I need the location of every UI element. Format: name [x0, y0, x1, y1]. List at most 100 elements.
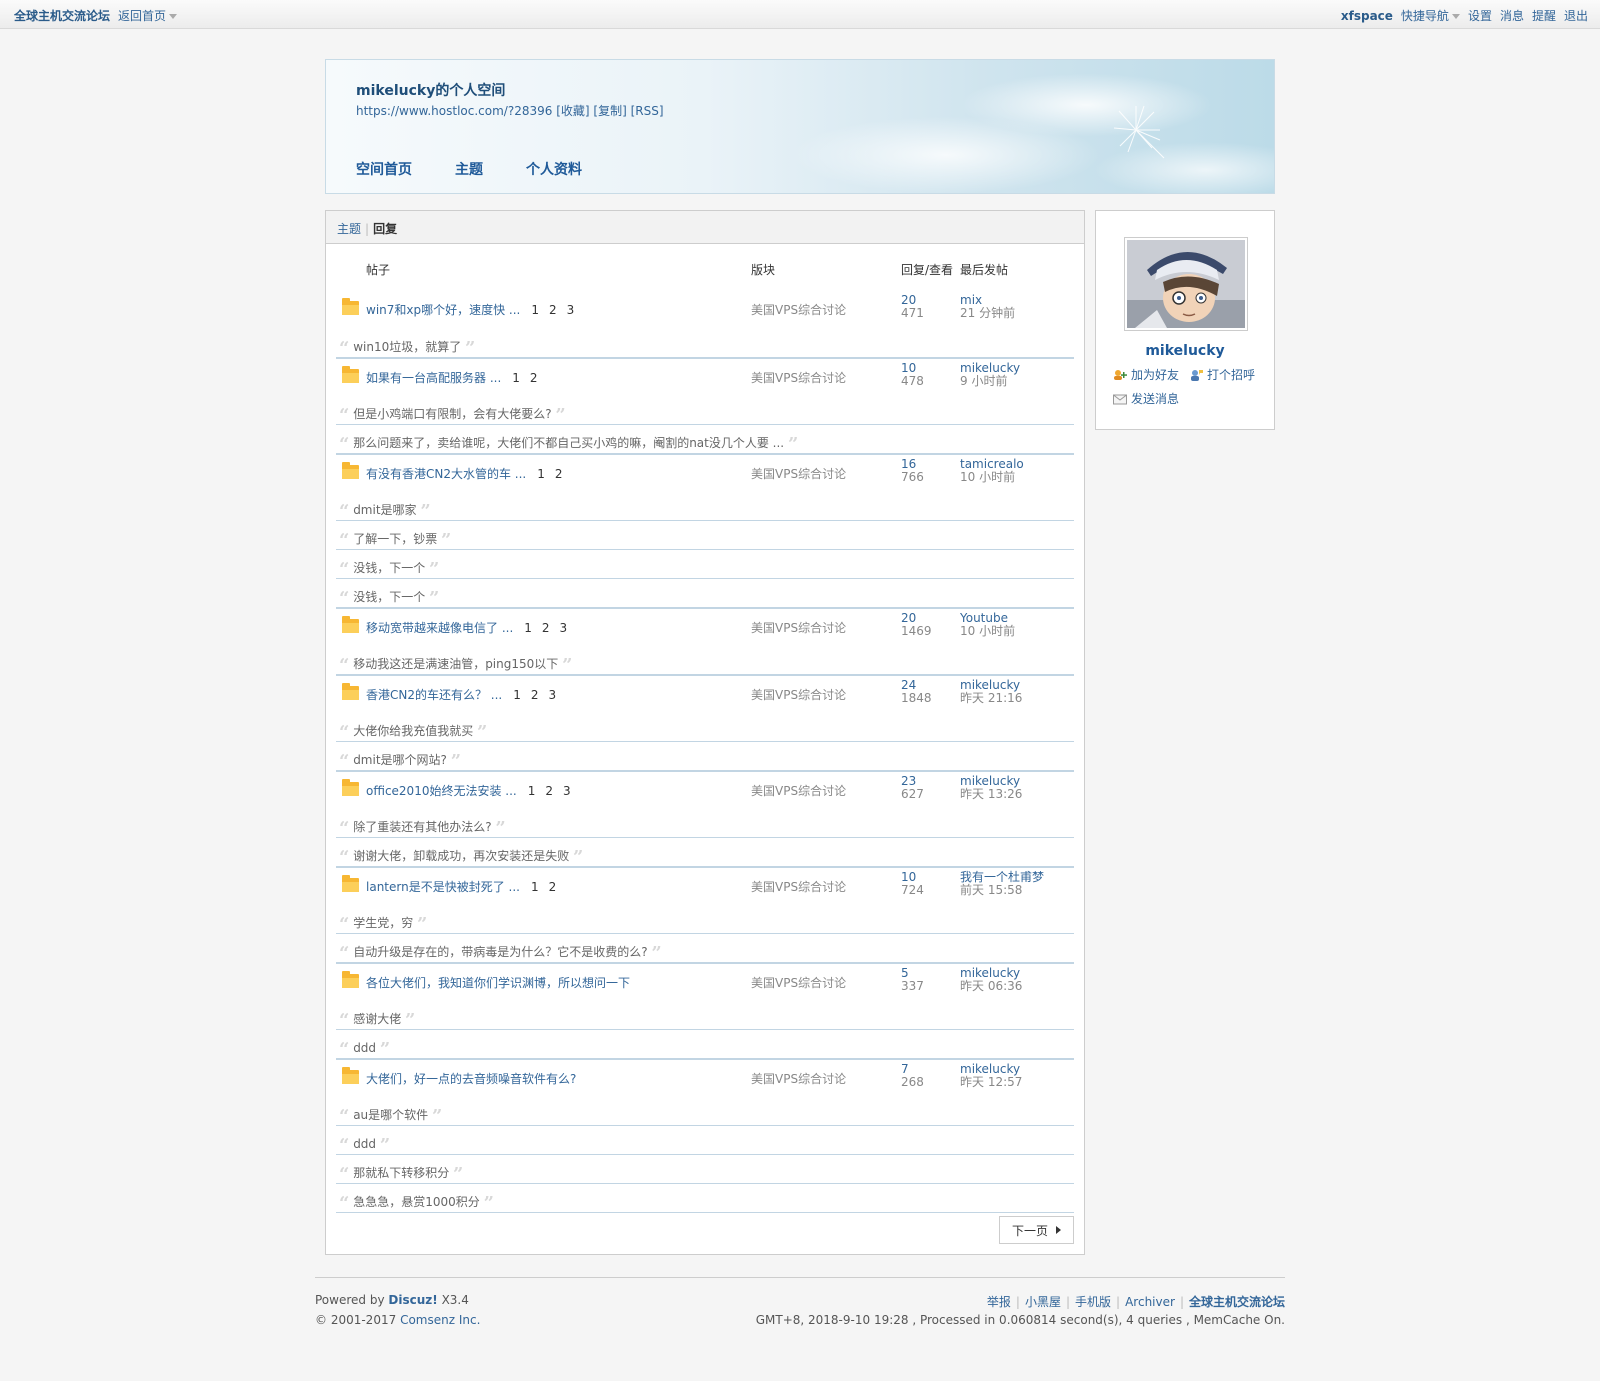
nav-space-home[interactable]: 空间首页: [356, 159, 412, 179]
thread-forum-link[interactable]: 美国VPS综合讨论: [751, 878, 846, 895]
page-link[interactable]: 1: [537, 467, 545, 481]
footer-link-archiver[interactable]: Archiver: [1125, 1295, 1175, 1309]
reply-count[interactable]: 7: [901, 1062, 909, 1076]
reply-quote-link[interactable]: ddd: [353, 1137, 376, 1151]
reply-quote-link[interactable]: 那么问题来了，卖给谁呢，大佬们不都自己买小鸡的嘛，阉割的nat没几个人要 ...: [353, 436, 784, 450]
add-friend-link[interactable]: 加为好友: [1131, 366, 1179, 383]
reply-quote-link[interactable]: 急急急，悬赏1000积分: [353, 1195, 480, 1209]
tab-replies[interactable]: 回复: [373, 222, 397, 236]
thread-title-link[interactable]: 大佬们，好一点的去音频噪音软件有么?: [366, 1072, 576, 1086]
reply-quote-link[interactable]: dmit是哪个网站?: [353, 753, 447, 767]
thread-forum-link[interactable]: 美国VPS综合讨论: [751, 974, 846, 991]
space-url-link[interactable]: https://www.hostloc.com/?28396: [356, 104, 552, 118]
footer-link-report[interactable]: 举报: [987, 1295, 1011, 1309]
last-post-user[interactable]: mikelucky: [960, 678, 1020, 692]
reply-quote-link[interactable]: dmit是哪家: [353, 503, 416, 517]
page-link[interactable]: 2: [555, 467, 563, 481]
reply-quote-link[interactable]: win10垃圾，就算了: [353, 340, 461, 354]
page-link[interactable]: 2: [531, 688, 539, 702]
thread-forum-link[interactable]: 美国VPS综合讨论: [751, 619, 846, 636]
last-post-user[interactable]: tamicrealo: [960, 457, 1024, 471]
page-link[interactable]: 3: [567, 303, 575, 317]
reply-quote-link[interactable]: 除了重装还有其他办法么?: [353, 820, 491, 834]
last-post-user[interactable]: mikelucky: [960, 966, 1020, 980]
rss-link[interactable]: [RSS]: [631, 104, 664, 118]
last-post-user[interactable]: mikelucky: [960, 774, 1020, 788]
logout-link[interactable]: 退出: [1564, 7, 1588, 24]
page-link[interactable]: 3: [549, 688, 557, 702]
reply-quote-link[interactable]: 没钱，下一个: [353, 561, 425, 575]
page-link[interactable]: 2: [549, 880, 557, 894]
last-post-user[interactable]: mikelucky: [960, 361, 1020, 375]
home-link[interactable]: 返回首页: [118, 7, 178, 24]
tab-threads[interactable]: 主题: [337, 222, 361, 236]
discuz-link[interactable]: Discuz!: [388, 1293, 437, 1307]
avatar[interactable]: [1124, 237, 1248, 331]
reply-count[interactable]: 10: [901, 361, 916, 375]
page-link[interactable]: 1: [531, 880, 539, 894]
greet-link[interactable]: 打个招呼: [1207, 366, 1255, 383]
nav-profile[interactable]: 个人资料: [526, 159, 582, 179]
last-post-user[interactable]: mikelucky: [960, 1062, 1020, 1076]
reply-count[interactable]: 23: [901, 774, 916, 788]
reply-quote-link[interactable]: au是哪个软件: [353, 1108, 428, 1122]
reply-quote-link[interactable]: 大佬你给我充值我就买: [353, 724, 473, 738]
footer-link-blacklist[interactable]: 小黑屋: [1025, 1295, 1061, 1309]
thread-forum-link[interactable]: 美国VPS综合讨论: [751, 301, 846, 318]
thread-title-link[interactable]: 香港CN2的车还有么？ ...: [366, 688, 502, 702]
footer-link-forum[interactable]: 全球主机交流论坛: [1189, 1295, 1285, 1309]
reply-quote-link[interactable]: 学生党，穷: [353, 916, 413, 930]
add-friend-action[interactable]: 加为好友 打个招呼: [1113, 366, 1255, 383]
reply-count[interactable]: 16: [901, 457, 916, 471]
reply-quote-link[interactable]: 但是小鸡端口有限制，会有大佬要么?: [353, 407, 551, 421]
reply-count[interactable]: 24: [901, 678, 916, 692]
page-link[interactable]: 2: [549, 303, 557, 317]
site-name-link[interactable]: 全球主机交流论坛: [14, 7, 110, 24]
page-link[interactable]: 1: [512, 371, 520, 385]
page-link[interactable]: 2: [545, 784, 553, 798]
send-message-action[interactable]: 发送消息: [1113, 390, 1255, 407]
settings-link[interactable]: 设置: [1468, 7, 1492, 24]
reply-count[interactable]: 5: [901, 966, 909, 980]
page-link[interactable]: 2: [530, 371, 538, 385]
reply-quote-link[interactable]: 了解一下，钞票: [353, 532, 437, 546]
reply-count[interactable]: 20: [901, 293, 916, 307]
messages-link[interactable]: 消息: [1500, 7, 1524, 24]
page-link[interactable]: 1: [524, 621, 532, 635]
thread-title-link[interactable]: 移动宽带越来越像电信了 ...: [366, 621, 513, 635]
page-link[interactable]: 3: [560, 621, 568, 635]
send-message-link[interactable]: 发送消息: [1131, 390, 1179, 407]
thread-title-link[interactable]: 各位大佬们，我知道你们学识渊博，所以想问一下: [366, 976, 630, 990]
reply-quote-link[interactable]: 自动升级是存在的，带病毒是为什么？它不是收费的么?: [353, 945, 647, 959]
page-link[interactable]: 2: [542, 621, 550, 635]
profile-username[interactable]: mikelucky: [1096, 343, 1274, 359]
page-link[interactable]: 1: [528, 784, 536, 798]
thread-title-link[interactable]: lantern是不是快被封死了 ...: [366, 880, 520, 894]
quick-nav-menu[interactable]: 快捷导航: [1401, 7, 1460, 24]
last-post-user[interactable]: Youtube: [960, 611, 1008, 625]
reply-quote-link[interactable]: 谢谢大佬，卸载成功，再次安装还是失败: [353, 849, 569, 863]
last-post-user[interactable]: mix: [960, 293, 982, 307]
thread-forum-link[interactable]: 美国VPS综合讨论: [751, 686, 846, 703]
page-link[interactable]: 1: [513, 688, 521, 702]
reply-quote-link[interactable]: 没钱，下一个: [353, 590, 425, 604]
footer-link-mobile[interactable]: 手机版: [1075, 1295, 1111, 1309]
page-link[interactable]: 3: [563, 784, 571, 798]
favorite-link[interactable]: [收藏]: [556, 104, 589, 118]
reply-quote-link[interactable]: 感谢大佬: [353, 1012, 401, 1026]
page-link[interactable]: 1: [531, 303, 539, 317]
user-link[interactable]: xfspace: [1341, 9, 1393, 23]
thread-forum-link[interactable]: 美国VPS综合讨论: [751, 1070, 846, 1087]
reminders-link[interactable]: 提醒: [1532, 7, 1556, 24]
reply-count[interactable]: 10: [901, 870, 916, 884]
next-page-button[interactable]: 下一页: [998, 1216, 1074, 1244]
thread-title-link[interactable]: win7和xp哪个好，速度快 ...: [366, 303, 520, 317]
copy-link[interactable]: [复制]: [593, 104, 626, 118]
thread-forum-link[interactable]: 美国VPS综合讨论: [751, 782, 846, 799]
last-post-user[interactable]: 我有一个杜甫梦: [960, 870, 1044, 884]
reply-quote-link[interactable]: 那就私下转移积分: [353, 1166, 449, 1180]
nav-threads[interactable]: 主题: [455, 159, 483, 179]
reply-quote-link[interactable]: ddd: [353, 1041, 376, 1055]
thread-title-link[interactable]: office2010始终无法安装 ...: [366, 784, 517, 798]
reply-count[interactable]: 20: [901, 611, 916, 625]
